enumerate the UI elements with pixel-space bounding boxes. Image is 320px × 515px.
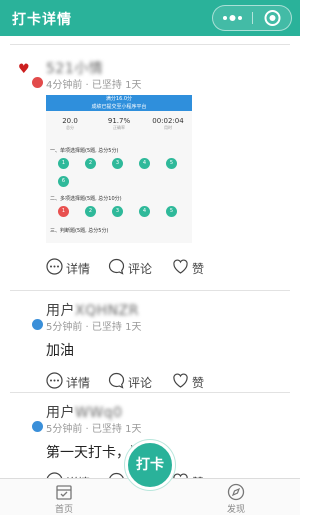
post-meta: 5分钟前 · 已坚持 1天: [46, 424, 142, 435]
like-button[interactable]: 赞: [172, 471, 212, 478]
heart-outline-icon: [173, 373, 188, 388]
divider: [10, 290, 290, 291]
target-circle-icon: [264, 10, 281, 26]
ellipsis-circle-icon: [46, 372, 63, 389]
title-bar: 打卡详情: [0, 0, 300, 36]
user-badge-icon: [32, 77, 43, 88]
detail-button[interactable]: 详情: [46, 471, 106, 478]
answer-dot: 3: [112, 158, 123, 169]
post-actions: 详情 评论 赞: [0, 257, 300, 277]
comment-bubble-icon: [108, 372, 125, 389]
like-button[interactable]: 赞: [172, 371, 212, 391]
calendar-check-icon: [56, 485, 72, 500]
answer-dot-wrong: 1: [58, 206, 69, 217]
mini-program-capsule: [212, 5, 292, 31]
answer-dot: 3: [112, 206, 123, 217]
divider: [10, 392, 290, 393]
close-button[interactable]: [253, 6, 292, 30]
user-badge-icon: [32, 421, 43, 432]
comment-button[interactable]: 评论: [108, 371, 168, 391]
answer-dot: 2: [85, 206, 96, 217]
compass-icon: [227, 483, 245, 501]
like-button[interactable]: 赞: [172, 257, 212, 277]
answer-dot: 4: [139, 206, 150, 217]
stat-accuracy: 91.7% 正确率: [107, 117, 131, 130]
detail-button[interactable]: 详情: [46, 371, 106, 391]
answer-dot: 2: [85, 158, 96, 169]
result-header: 满分16.0分 成绩已提交至小程序平台: [46, 95, 192, 111]
answer-dot: 1: [58, 158, 69, 169]
post-username[interactable]: 521小情: [46, 58, 103, 78]
post-actions: 详情 评论 赞: [0, 371, 300, 391]
liked-heart-icon: ♥: [18, 62, 30, 77]
post-image[interactable]: 满分16.0分 成绩已提交至小程序平台 20.0 总分 91.7% 正确率 00:0…: [46, 95, 192, 243]
section-label: 一、单项选择题(5题, 总分5分): [50, 148, 119, 154]
stat-time: 00:02:04 用时: [152, 117, 184, 130]
page-title: 打卡详情: [12, 12, 72, 28]
heart-outline-icon: [173, 259, 188, 274]
result-stats: 20.0 总分 91.7% 正确率 00:02:04 用时: [46, 117, 192, 137]
comment-bubble-icon: [108, 258, 125, 275]
checkin-button[interactable]: 打卡: [125, 440, 175, 490]
tab-home[interactable]: 首页: [34, 481, 94, 515]
post-meta: 5分钟前 · 已坚持 1天: [46, 322, 142, 333]
post-content: 加油: [46, 343, 74, 359]
user-badge-icon: [32, 319, 43, 330]
comment-button[interactable]: 评论: [108, 257, 168, 277]
answer-dot: 6: [58, 176, 69, 187]
section-label: 二、多项选择题(5题, 总分10分): [50, 196, 122, 202]
divider: [10, 44, 290, 45]
answer-dot: 5: [166, 158, 177, 169]
section-label: 三、判断题(5题, 总分5分): [50, 228, 109, 234]
post-username[interactable]: 用户XQHNZR: [46, 300, 139, 320]
stat-score: 20.0 总分: [62, 117, 78, 130]
detail-button[interactable]: 详情: [46, 257, 106, 277]
ellipsis-circle-icon: [46, 258, 63, 275]
checkin-feed[interactable]: ♥ 521小情 4分钟前 · 已坚持 1天 满分16.0分 成绩已提交至小程序平…: [0, 36, 300, 478]
answer-dot: 4: [139, 158, 150, 169]
post-username[interactable]: 用户WWq0: [46, 402, 122, 422]
more-button[interactable]: [213, 6, 252, 30]
more-dots-icon: [223, 15, 242, 21]
post-meta: 4分钟前 · 已坚持 1天: [46, 80, 142, 91]
tab-discover[interactable]: 发现: [206, 481, 266, 515]
answer-dot: 5: [166, 206, 177, 217]
